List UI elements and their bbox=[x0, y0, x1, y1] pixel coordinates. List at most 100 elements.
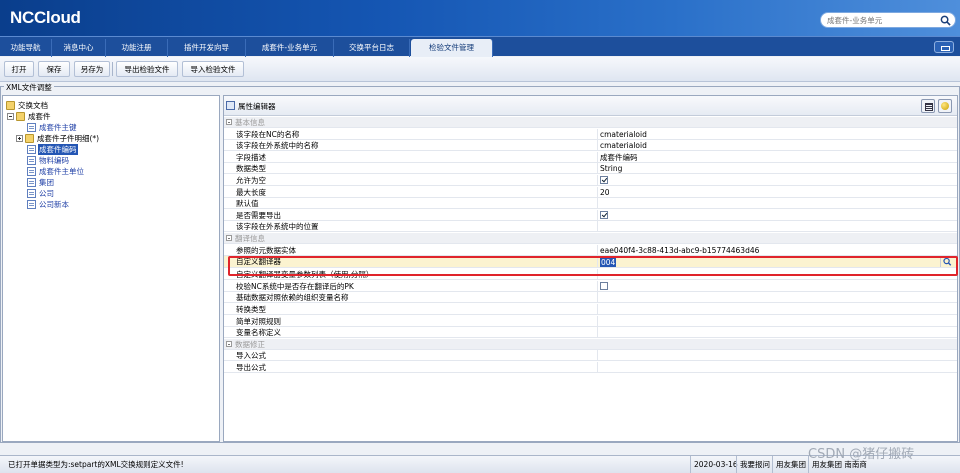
property-checkbox[interactable] bbox=[600, 176, 608, 184]
tab-exchange-log[interactable]: 交换平台日志 bbox=[334, 39, 410, 57]
property-row[interactable]: 该字段在外系统中的位置 bbox=[224, 221, 957, 233]
property-value[interactable] bbox=[600, 292, 940, 303]
property-key: 允许为空 bbox=[236, 175, 598, 186]
property-value[interactable] bbox=[600, 175, 940, 186]
tab-check-file-manage[interactable]: 检验文件管理 bbox=[411, 39, 493, 57]
property-value[interactable]: 20 bbox=[600, 187, 940, 198]
property-row[interactable]: 参照的元数据实体 eae040f4-3c88-413d-abc9-b1577446… bbox=[224, 244, 957, 256]
property-category[interactable]: 数据修正 bbox=[224, 338, 957, 350]
property-row[interactable]: 最大长度 20 bbox=[224, 186, 957, 198]
property-key: 是否需要导出 bbox=[236, 209, 598, 221]
search-input[interactable] bbox=[827, 15, 937, 26]
property-row[interactable]: 默认值 bbox=[224, 198, 957, 210]
property-key-text: 基本信息 bbox=[235, 118, 265, 127]
property-row[interactable]: 是否需要导出 bbox=[224, 209, 957, 221]
top-banner: NCCloud bbox=[0, 0, 960, 36]
property-value[interactable] bbox=[600, 198, 940, 209]
tree-node-company-version[interactable]: 公司新本 bbox=[27, 199, 70, 210]
tab-kit-business-unit[interactable]: 成套件-业务单元 bbox=[246, 39, 334, 57]
property-key-text: 翻译信息 bbox=[235, 234, 265, 243]
global-search[interactable] bbox=[820, 12, 956, 28]
property-value[interactable] bbox=[600, 304, 940, 315]
property-row[interactable]: 校验NC系统中是否存在翻译后的PK bbox=[224, 280, 957, 292]
property-key-text: 参照的元数据实体 bbox=[236, 245, 296, 255]
import-check-file-button[interactable]: 导入检验文件 bbox=[182, 61, 244, 77]
collapse-icon[interactable] bbox=[7, 113, 14, 120]
property-value[interactable] bbox=[600, 316, 940, 327]
property-category-label: 数据修正 bbox=[226, 339, 588, 350]
property-value[interactable] bbox=[600, 327, 940, 338]
save-button[interactable]: 保存 bbox=[38, 61, 70, 77]
tree-node-group[interactable]: 集团 bbox=[27, 177, 55, 188]
tree-node-material[interactable]: 物料编码 bbox=[27, 155, 70, 166]
collapse-icon[interactable] bbox=[226, 119, 232, 125]
categorized-view-icon[interactable] bbox=[921, 99, 935, 113]
property-value[interactable]: cmaterialoid bbox=[600, 129, 940, 140]
property-row[interactable]: 允许为空 bbox=[224, 175, 957, 186]
property-checkbox[interactable] bbox=[600, 281, 608, 290]
property-value[interactable] bbox=[600, 350, 940, 361]
property-key-text: 该字段在外系统中的位置 bbox=[236, 222, 319, 232]
tree-node-main-unit[interactable]: 成套件主单位 bbox=[27, 166, 85, 177]
tree-node-label: 成套件主单位 bbox=[39, 167, 84, 176]
tree-node-label: 集团 bbox=[39, 178, 54, 187]
property-key-text: 字段描述 bbox=[236, 152, 266, 162]
save-as-button[interactable]: 另存为 bbox=[74, 61, 110, 77]
tree-node-company[interactable]: 公司 bbox=[27, 188, 55, 199]
status-user[interactable]: 我要报问 bbox=[736, 456, 773, 473]
property-value[interactable] bbox=[600, 362, 940, 373]
property-row[interactable]: 数据类型 String bbox=[224, 163, 957, 175]
property-key-text: 基础数据对照依赖的组织变量名称 bbox=[236, 293, 349, 303]
property-editor-header: 属性编辑器 bbox=[224, 96, 957, 116]
highlight-annotation bbox=[228, 256, 958, 276]
property-checkbox[interactable] bbox=[600, 210, 608, 219]
sort-view-icon[interactable] bbox=[938, 99, 952, 113]
property-row[interactable]: 转换类型 bbox=[224, 304, 957, 315]
property-key-text: 允许为空 bbox=[236, 176, 266, 185]
property-value[interactable] bbox=[600, 221, 940, 232]
tree-node-child-detail[interactable]: 成套件子件明细(*) bbox=[16, 133, 100, 144]
collapse-icon[interactable] bbox=[226, 340, 232, 347]
folder-icon bbox=[25, 134, 34, 143]
property-category[interactable]: 翻译信息 bbox=[224, 233, 957, 244]
expand-icon[interactable] bbox=[16, 135, 23, 142]
property-value[interactable]: 成套件编码 bbox=[600, 152, 940, 163]
property-row[interactable]: 该字段在外系统中的名称 cmaterialoid bbox=[224, 140, 957, 152]
property-row[interactable]: 导入公式 bbox=[224, 350, 957, 362]
property-value[interactable]: eae040f4-3c88-413d-abc9-b15774463d46 bbox=[600, 245, 940, 256]
property-category[interactable]: 基本信息 bbox=[224, 117, 957, 128]
property-row[interactable]: 导出公式 bbox=[224, 362, 957, 373]
tree-node-code[interactable]: 成套件编码 bbox=[27, 144, 78, 155]
collapse-icon[interactable] bbox=[226, 235, 232, 241]
window-restore-icon[interactable] bbox=[934, 41, 954, 53]
status-group[interactable]: 用友集团 bbox=[772, 456, 809, 473]
property-editor-icon bbox=[226, 101, 235, 110]
property-row[interactable]: 字段描述 成套件编码 bbox=[224, 151, 957, 163]
tab-message-center[interactable]: 消息中心 bbox=[52, 39, 106, 57]
property-row[interactable]: 基础数据对照依赖的组织变量名称 bbox=[224, 292, 957, 304]
property-key: 最大长度 bbox=[236, 186, 598, 198]
property-row[interactable]: 简单对照规则 bbox=[224, 315, 957, 327]
tab-function-nav[interactable]: 功能导航 bbox=[0, 39, 52, 57]
property-key: 变量名称定义 bbox=[236, 327, 598, 339]
open-button[interactable]: 打开 bbox=[4, 61, 34, 77]
document-icon bbox=[27, 123, 36, 132]
property-value[interactable] bbox=[600, 281, 940, 292]
tab-function-register[interactable]: 功能注册 bbox=[106, 39, 168, 57]
property-key-text: 是否需要导出 bbox=[236, 210, 281, 220]
property-key: 字段描述 bbox=[236, 151, 598, 163]
property-value[interactable]: String bbox=[600, 163, 940, 174]
tree-node-kit[interactable]: 成套件 bbox=[7, 111, 52, 122]
property-key-text: 该字段在外系统中的名称 bbox=[236, 141, 319, 151]
property-row[interactable]: 变量名称定义 bbox=[224, 327, 957, 339]
exchange-doc-tree[interactable]: 交换文档 成套件 成套件主键 成套件子件明细(*) 成套件编码 物料编码 成套件… bbox=[2, 95, 220, 442]
tree-node-label: 成套件 bbox=[28, 112, 51, 121]
property-value[interactable]: cmaterialoid bbox=[600, 140, 940, 151]
property-value[interactable] bbox=[600, 210, 940, 221]
tab-plugin-wizard[interactable]: 插件开发向导 bbox=[168, 39, 246, 57]
export-check-file-button[interactable]: 导出检验文件 bbox=[116, 61, 178, 77]
tree-node-root[interactable]: 交换文档 bbox=[6, 100, 49, 111]
search-icon[interactable] bbox=[940, 15, 951, 26]
tree-node-main-key[interactable]: 成套件主键 bbox=[27, 122, 78, 133]
property-row[interactable]: 该字段在NC的名称 cmaterialoid bbox=[224, 128, 957, 140]
